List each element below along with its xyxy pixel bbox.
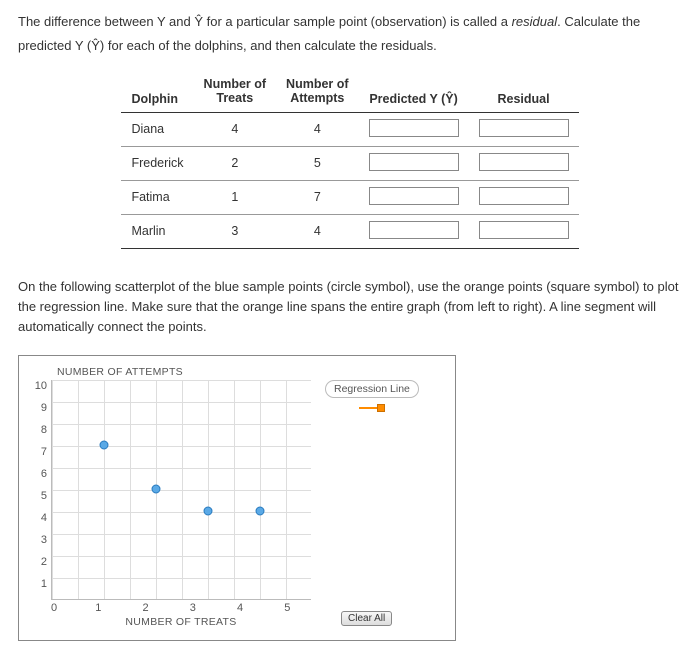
- y-hat: Ŷ: [91, 38, 100, 53]
- sample-point: [152, 485, 161, 494]
- intro-text: for a particular sample point (observati…: [203, 14, 512, 29]
- instructions-paragraph: On the following scatterplot of the blue…: [18, 277, 682, 337]
- col-attempts-l1: Number of: [286, 77, 349, 91]
- legend: Regression Line: [325, 380, 419, 414]
- residuals-table: Dolphin Number of Treats Number of Attem…: [121, 73, 578, 249]
- y-tick: 10: [29, 380, 47, 392]
- y-hat: Ŷ: [194, 14, 203, 29]
- predicted-input[interactable]: [369, 153, 459, 171]
- treats-value: 4: [194, 112, 277, 146]
- y-tick: 1: [29, 578, 47, 590]
- x-tick: 3: [169, 602, 216, 614]
- sample-point: [256, 507, 265, 516]
- col-residual: Residual: [469, 73, 579, 112]
- sample-point: [204, 507, 213, 516]
- intro-text: The difference between Y and: [18, 14, 194, 29]
- x-tick: 1: [75, 602, 122, 614]
- dolphin-name: Marlin: [121, 214, 193, 248]
- x-tick: 2: [122, 602, 169, 614]
- intro-paragraph: The difference between Y and Ŷ for a par…: [18, 12, 682, 55]
- y-axis-label: NUMBER OF ATTEMPTS: [57, 366, 445, 378]
- predicted-input[interactable]: [369, 221, 459, 239]
- intro-text: . Calculate the: [557, 14, 640, 29]
- x-tick: 4: [216, 602, 263, 614]
- residual-input[interactable]: [479, 119, 569, 137]
- col-treats-l2: Treats: [204, 91, 267, 105]
- x-tick: 5: [264, 602, 311, 614]
- col-attempts-l2: Attempts: [286, 91, 349, 105]
- scatterplot-container: NUMBER OF ATTEMPTS 10 9 8 7 6 5 4 3 2 1 …: [18, 355, 456, 641]
- clear-all-button[interactable]: Clear All: [341, 611, 392, 626]
- predicted-input[interactable]: [369, 119, 459, 137]
- y-tick: 7: [29, 446, 47, 458]
- attempts-value: 5: [276, 146, 359, 180]
- residual-input[interactable]: [479, 187, 569, 205]
- attempts-value: 4: [276, 214, 359, 248]
- table-row: Frederick 2 5: [121, 146, 578, 180]
- col-predicted: Predicted Y (Ŷ): [359, 73, 469, 112]
- dolphin-name: Frederick: [121, 146, 193, 180]
- y-tick: 9: [29, 402, 47, 414]
- intro-text: ) for each of the dolphins, and then cal…: [100, 38, 437, 53]
- y-tick: 4: [29, 512, 47, 524]
- y-axis-ticks: 10 9 8 7 6 5 4 3 2 1: [29, 380, 47, 600]
- table-row: Diana 4 4: [121, 112, 578, 146]
- x-tick: 0: [51, 602, 75, 614]
- residual-input[interactable]: [479, 153, 569, 171]
- treats-value: 1: [194, 180, 277, 214]
- col-attempts: Number of Attempts: [276, 73, 359, 112]
- table-row: Marlin 3 4: [121, 214, 578, 248]
- residual-input[interactable]: [479, 221, 569, 239]
- col-dolphin: Dolphin: [121, 73, 193, 112]
- sample-point: [100, 441, 109, 450]
- y-tick: 5: [29, 490, 47, 502]
- treats-value: 2: [194, 146, 277, 180]
- dolphin-name: Fatima: [121, 180, 193, 214]
- y-tick: 6: [29, 468, 47, 480]
- term-residual: residual: [512, 14, 558, 29]
- x-axis-label: NUMBER OF TREATS: [51, 616, 311, 628]
- col-treats-l1: Number of: [204, 77, 267, 91]
- attempts-value: 7: [276, 180, 359, 214]
- attempts-value: 4: [276, 112, 359, 146]
- intro-text: predicted Y (: [18, 38, 91, 53]
- table-row: Fatima 1 7: [121, 180, 578, 214]
- legend-square-icon: [377, 404, 385, 412]
- dolphin-name: Diana: [121, 112, 193, 146]
- y-tick: 2: [29, 556, 47, 568]
- treats-value: 3: [194, 214, 277, 248]
- col-treats: Number of Treats: [194, 73, 277, 112]
- legend-regression-line: Regression Line: [325, 380, 419, 398]
- legend-line-icon: [359, 407, 377, 409]
- legend-key: [325, 402, 419, 414]
- y-tick: 3: [29, 534, 47, 546]
- predicted-input[interactable]: [369, 187, 459, 205]
- plot-area[interactable]: [51, 380, 311, 600]
- y-tick: 8: [29, 424, 47, 436]
- x-axis-ticks: 0 1 2 3 4 5: [51, 602, 311, 614]
